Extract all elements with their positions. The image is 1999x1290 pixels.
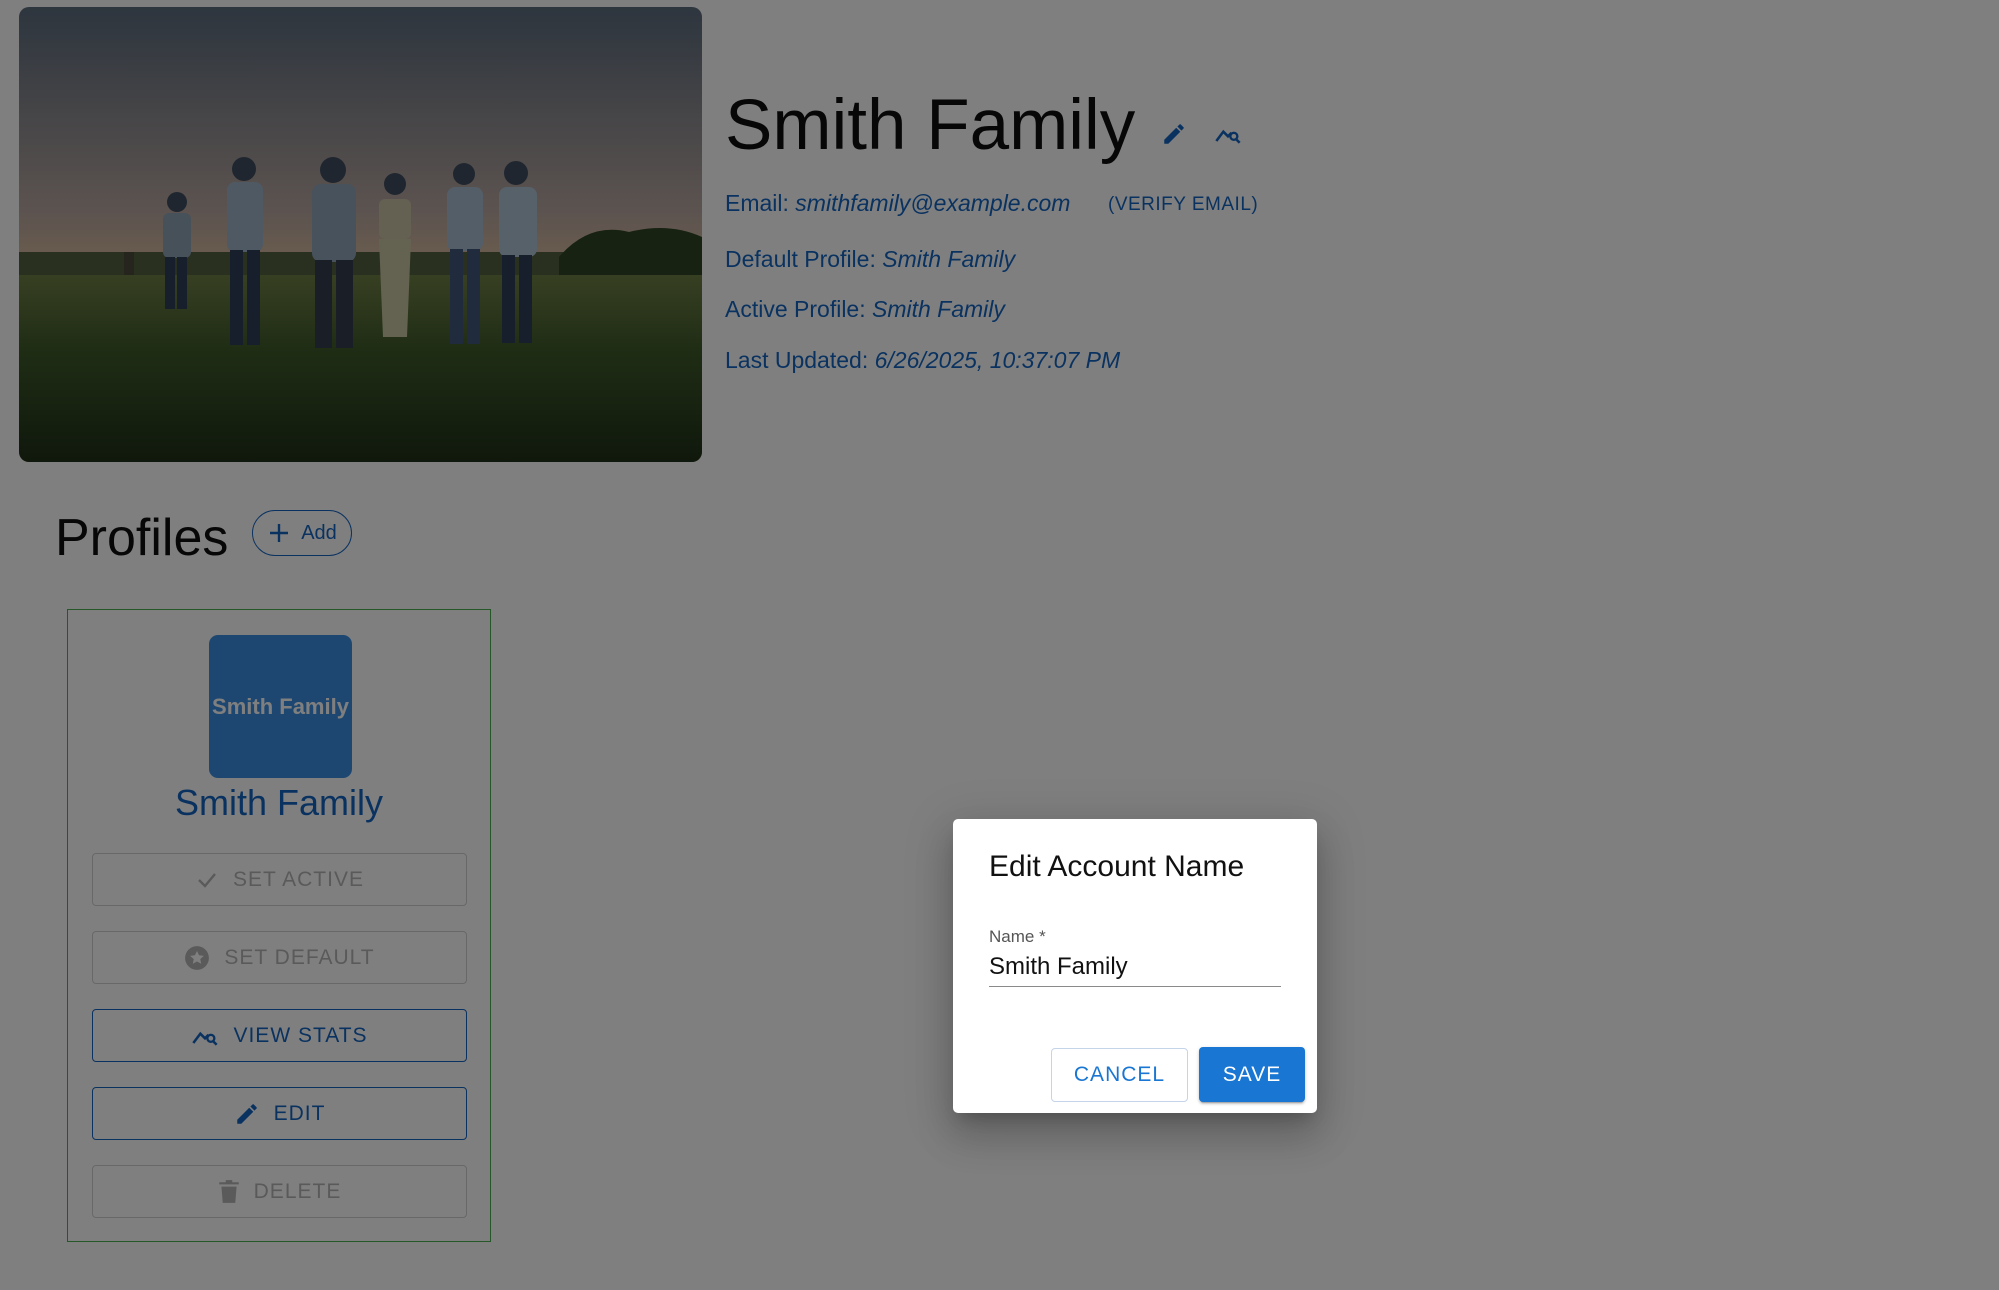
edit-account-name-dialog: Edit Account Name Name * CANCEL SAVE bbox=[953, 819, 1317, 1113]
name-field-label: Name * bbox=[989, 927, 1046, 946]
cancel-button[interactable]: CANCEL bbox=[1051, 1048, 1188, 1102]
name-input[interactable] bbox=[989, 947, 1281, 987]
save-button[interactable]: SAVE bbox=[1199, 1047, 1305, 1102]
dialog-title: Edit Account Name bbox=[989, 850, 1245, 883]
